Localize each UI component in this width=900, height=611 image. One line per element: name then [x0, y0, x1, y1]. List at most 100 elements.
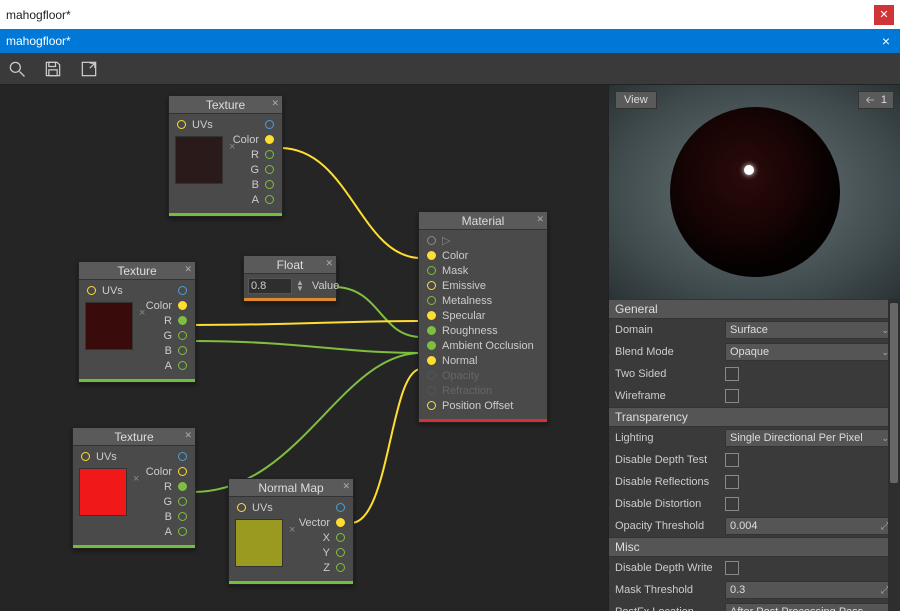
- port-out-b[interactable]: [265, 180, 274, 189]
- properties-panel: View 1 General Domain Surface⌄ Blend Mod…: [608, 85, 900, 611]
- node-close-icon[interactable]: ✕: [184, 264, 192, 275]
- port-in-ao[interactable]: [427, 341, 436, 350]
- node-close-icon[interactable]: ✕: [536, 214, 544, 225]
- port-in-uvs[interactable]: [237, 503, 246, 512]
- disable-distortion-checkbox[interactable]: [725, 497, 739, 511]
- port-out-b[interactable]: [178, 512, 187, 521]
- two-sided-checkbox[interactable]: [725, 367, 739, 381]
- port-in-uvs[interactable]: [81, 452, 90, 461]
- clear-texture-icon[interactable]: ×: [289, 524, 295, 536]
- port-in-color[interactable]: [427, 251, 436, 260]
- section-misc[interactable]: Misc: [609, 537, 900, 557]
- port-in-specular[interactable]: [427, 311, 436, 320]
- port-in-position-offset[interactable]: [427, 401, 436, 410]
- texture-thumbnail[interactable]: [85, 302, 133, 350]
- clear-texture-icon[interactable]: ×: [229, 141, 235, 153]
- port-preview[interactable]: [427, 236, 436, 245]
- search-icon[interactable]: [6, 58, 28, 80]
- node-float[interactable]: Float✕ ▲▼ Value: [243, 255, 337, 302]
- port-in-metalness[interactable]: [427, 296, 436, 305]
- scrollbar-thumb[interactable]: [890, 303, 898, 483]
- node-close-icon[interactable]: ✕: [342, 481, 350, 492]
- opacity-threshold-field[interactable]: 0.004⤢: [725, 517, 894, 535]
- node-normal-map[interactable]: Normal Map✕ UVs × Vector X Y Z: [228, 478, 354, 585]
- disable-reflections-checkbox[interactable]: [725, 475, 739, 489]
- preview-count-button[interactable]: 1: [858, 91, 894, 109]
- port-in-uvs[interactable]: [87, 286, 96, 295]
- toolbar: [0, 53, 900, 85]
- section-transparency[interactable]: Transparency: [609, 407, 900, 427]
- port-out-y[interactable]: [336, 548, 345, 557]
- port-out-g[interactable]: [178, 497, 187, 506]
- properties-scrollbar[interactable]: [888, 299, 900, 611]
- float-value-input[interactable]: [248, 278, 292, 294]
- node-close-icon[interactable]: ✕: [271, 98, 279, 109]
- port-in-refraction[interactable]: [427, 386, 436, 395]
- domain-dropdown[interactable]: Surface⌄: [725, 321, 894, 339]
- port-out-g[interactable]: [178, 331, 187, 340]
- node-title: Texture: [117, 264, 156, 278]
- port-out-preview[interactable]: [265, 120, 274, 129]
- wireframe-checkbox[interactable]: [725, 389, 739, 403]
- node-texture-3[interactable]: Texture✕ UVs × Color R G B A: [72, 427, 196, 549]
- port-in-normal[interactable]: [427, 356, 436, 365]
- port-out-color[interactable]: [178, 467, 187, 476]
- port-out-a[interactable]: [265, 195, 274, 204]
- node-title: Texture: [114, 430, 153, 444]
- port-out-r[interactable]: [178, 482, 187, 491]
- port-out-vector[interactable]: [336, 518, 345, 527]
- port-out-r[interactable]: [178, 316, 187, 325]
- port-out-r[interactable]: [265, 150, 274, 159]
- disable-depth-test-checkbox[interactable]: [725, 453, 739, 467]
- port-out-a[interactable]: [178, 361, 187, 370]
- window-close-button[interactable]: ✕: [874, 5, 894, 25]
- disable-depth-write-checkbox[interactable]: [725, 561, 739, 575]
- node-title: Normal Map: [258, 481, 323, 495]
- node-title: Float: [277, 258, 304, 272]
- port-out-b[interactable]: [178, 346, 187, 355]
- window-titlebar: mahogfloor* ✕: [0, 0, 900, 29]
- port-in-roughness[interactable]: [427, 326, 436, 335]
- node-close-icon[interactable]: ✕: [184, 430, 192, 441]
- refresh-icon: [865, 95, 877, 105]
- value-spinner[interactable]: ▲▼: [296, 280, 304, 292]
- view-button[interactable]: View: [615, 91, 657, 109]
- node-title: Material: [462, 214, 505, 228]
- port-out-preview[interactable]: [178, 452, 187, 461]
- mask-threshold-field[interactable]: 0.3⤢: [725, 581, 894, 599]
- preview-sphere: [670, 107, 840, 277]
- material-preview[interactable]: View 1: [609, 85, 900, 299]
- port-out-color[interactable]: [265, 135, 274, 144]
- port-out-z[interactable]: [336, 563, 345, 572]
- port-in-mask[interactable]: [427, 266, 436, 275]
- expand-icon[interactable]: [78, 58, 100, 80]
- texture-thumbnail[interactable]: [235, 519, 283, 567]
- section-general[interactable]: General: [609, 299, 900, 319]
- window-title: mahogfloor*: [6, 8, 874, 22]
- port-out-preview[interactable]: [336, 503, 345, 512]
- tab-title: mahogfloor*: [6, 34, 878, 48]
- node-texture-1[interactable]: Texture✕ UVs × Color R G B A: [168, 95, 283, 217]
- document-tab[interactable]: mahogfloor* ×: [0, 29, 900, 53]
- node-texture-2[interactable]: Texture✕ UVs × Color R G B A: [78, 261, 196, 383]
- save-icon[interactable]: [42, 58, 64, 80]
- lighting-dropdown[interactable]: Single Directional Per Pixel⌄: [725, 429, 894, 447]
- port-out-g[interactable]: [265, 165, 274, 174]
- port-in-opacity[interactable]: [427, 371, 436, 380]
- port-out-color[interactable]: [178, 301, 187, 310]
- port-in-uvs[interactable]: [177, 120, 186, 129]
- port-out-a[interactable]: [178, 527, 187, 536]
- clear-texture-icon[interactable]: ×: [133, 473, 139, 485]
- texture-thumbnail[interactable]: [79, 468, 127, 516]
- clear-texture-icon[interactable]: ×: [139, 307, 145, 319]
- port-out-preview[interactable]: [178, 286, 187, 295]
- port-in-emissive[interactable]: [427, 281, 436, 290]
- node-material[interactable]: Material✕ ▷ Color Mask Emissive Metalnes…: [418, 211, 548, 423]
- postfx-location-dropdown[interactable]: After Post Processing Pass: [725, 603, 894, 611]
- blend-mode-dropdown[interactable]: Opaque⌄: [725, 343, 894, 361]
- texture-thumbnail[interactable]: [175, 136, 223, 184]
- port-out-x[interactable]: [336, 533, 345, 542]
- node-close-icon[interactable]: ✕: [325, 258, 333, 269]
- node-graph-canvas[interactable]: Texture✕ UVs × Color R G B A: [0, 85, 608, 611]
- tab-close-button[interactable]: ×: [878, 33, 894, 49]
